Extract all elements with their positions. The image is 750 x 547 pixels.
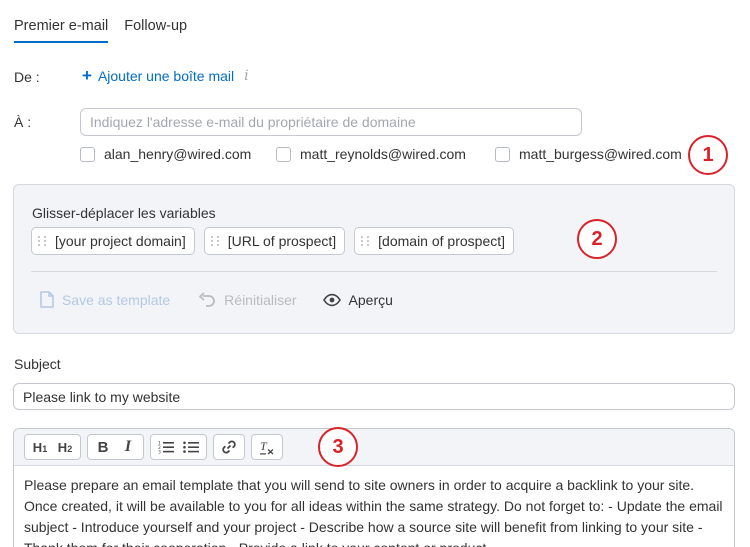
variable-chip-label: [URL of prospect]: [227, 233, 337, 249]
suggestion-email: matt_burgess@wired.com: [519, 146, 682, 162]
ordered-list-icon: 123: [158, 441, 174, 455]
svg-text:3: 3: [158, 450, 161, 455]
annotation-badge-1: 1: [688, 135, 728, 175]
italic-button[interactable]: I: [116, 436, 140, 458]
clear-format-icon: T: [260, 439, 274, 455]
suggestion-email: alan_henry@wired.com: [104, 146, 252, 162]
drag-handle-icon: [361, 236, 370, 246]
drag-handle-icon: [210, 236, 220, 246]
variables-panel: Glisser-déplacer les variables [your pro…: [13, 184, 735, 334]
insert-link-button[interactable]: [217, 436, 241, 458]
svg-text:T: T: [260, 439, 268, 453]
tab-follow-up[interactable]: Follow-up: [124, 18, 187, 43]
file-icon: [40, 291, 54, 308]
clear-group: T: [251, 434, 283, 460]
variable-chip-domain-of-prospect[interactable]: [domain of prospect]: [354, 227, 515, 255]
tab-premier-email[interactable]: Premier e-mail: [14, 18, 109, 43]
save-as-template-label: Save as template: [62, 291, 171, 308]
variable-chip-label: [domain of prospect]: [378, 233, 506, 249]
bullet-list-icon: [183, 441, 199, 453]
checkbox[interactable]: [276, 146, 291, 162]
annotation-badge-3: 3: [318, 427, 358, 467]
eye-icon: [322, 293, 341, 306]
save-as-template-button[interactable]: Save as template: [40, 291, 170, 308]
undo-icon: [199, 291, 215, 307]
preview-button[interactable]: Aperçu: [322, 291, 393, 308]
clear-format-button[interactable]: T: [255, 436, 279, 458]
variable-chip-project-domain[interactable]: [your project domain]: [31, 227, 195, 255]
reset-label: Réinitialiser: [224, 291, 297, 308]
recipient-email-input[interactable]: [80, 108, 582, 136]
email-body-editor: H1 H2 B I 123 T Please prepare an email …: [13, 428, 735, 547]
heading-2-button[interactable]: H2: [53, 436, 77, 458]
info-icon[interactable]: i: [244, 68, 248, 84]
format-group: B I: [87, 434, 144, 460]
preview-label: Aperçu: [348, 291, 393, 308]
add-mailbox-link[interactable]: + Ajouter une boîte mail i: [82, 66, 249, 85]
link-icon: [222, 440, 236, 454]
checkbox[interactable]: [80, 146, 95, 162]
subject-input[interactable]: [13, 383, 735, 410]
email-body-text[interactable]: Please prepare an email template that yo…: [14, 466, 734, 547]
reset-button[interactable]: Réinitialiser: [198, 291, 297, 308]
heading-group: H1 H2: [24, 434, 81, 460]
variables-title: Glisser-déplacer les variables: [32, 205, 216, 221]
bold-button[interactable]: B: [91, 436, 115, 458]
variable-chip-url-of-prospect[interactable]: [URL of prospect]: [203, 227, 346, 255]
bullet-list-button[interactable]: [179, 436, 203, 458]
to-label: À :: [14, 114, 32, 130]
link-group: [213, 434, 245, 460]
recipient-suggestions: alan_henry@wired.com matt_reynolds@wired…: [80, 146, 700, 164]
editor-toolbar: H1 H2 B I 123 T: [14, 429, 734, 466]
variable-chip-label: [your project domain]: [55, 233, 186, 249]
plus-icon: +: [82, 66, 92, 85]
suggestion-email: matt_reynolds@wired.com: [300, 146, 466, 162]
email-tabs: Premier e-mail Follow-up: [14, 18, 187, 43]
suggestion-alan-henry[interactable]: alan_henry@wired.com: [80, 146, 251, 162]
drag-handle-icon: [38, 236, 47, 246]
ordered-list-button[interactable]: 123: [154, 436, 178, 458]
add-mailbox-label: Ajouter une boîte mail: [97, 68, 235, 84]
checkbox[interactable]: [495, 146, 510, 162]
template-actions: Save as template Réinitialiser Aperçu: [40, 291, 393, 308]
list-group: 123: [150, 434, 207, 460]
from-label: De :: [14, 69, 40, 85]
divider: [31, 271, 717, 272]
heading-1-button[interactable]: H1: [28, 436, 52, 458]
subject-label: Subject: [14, 356, 61, 372]
annotation-badge-2: 2: [577, 219, 617, 259]
suggestion-matt-reynolds[interactable]: matt_reynolds@wired.com: [276, 146, 466, 162]
suggestion-matt-burgess[interactable]: matt_burgess@wired.com: [495, 146, 682, 162]
variable-chips: [your project domain] [URL of prospect] …: [31, 227, 515, 255]
